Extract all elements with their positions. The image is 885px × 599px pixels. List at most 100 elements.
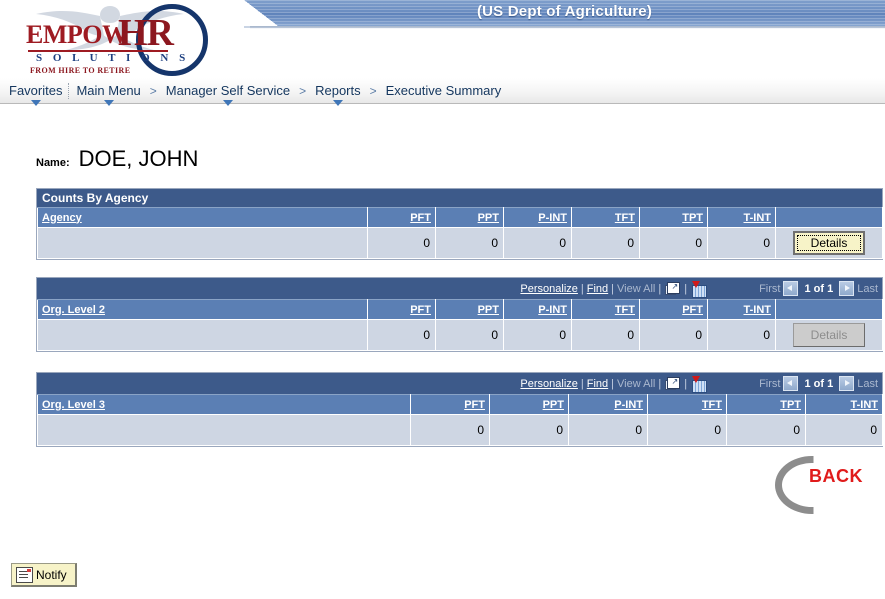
column-header-label: T-INT bbox=[743, 303, 772, 316]
column-header-pft[interactable]: PFT bbox=[367, 207, 436, 228]
column-header-actions bbox=[775, 207, 883, 228]
column-header-t-int[interactable]: T-INT bbox=[707, 299, 776, 320]
back-button[interactable]: BACK bbox=[775, 454, 875, 514]
column-header-org-level-2[interactable]: Org. Level 2 bbox=[37, 299, 368, 320]
notify-button[interactable]: Notify bbox=[11, 563, 77, 587]
empowhr-logo: EMPOW HR S O L U T I O N S FROM HIRE TO … bbox=[14, 0, 214, 76]
column-header-ppt[interactable]: PPT bbox=[435, 207, 504, 228]
column-header-t-int[interactable]: T-INT bbox=[805, 394, 883, 415]
table-row: 0 0 0 0 0 0 Details bbox=[37, 227, 883, 259]
cell-org-level-3 bbox=[37, 414, 411, 446]
download-spreadsheet-icon[interactable] bbox=[691, 280, 708, 298]
breadcrumb-separator: > bbox=[149, 83, 157, 98]
first-page-label[interactable]: First bbox=[759, 283, 780, 295]
column-header-label: P-INT bbox=[614, 398, 643, 411]
cell-actions: Details bbox=[775, 227, 883, 259]
cell-t-int: 0 bbox=[805, 414, 883, 446]
breadcrumb-separator: > bbox=[299, 83, 307, 98]
column-header-ppt[interactable]: PPT bbox=[489, 394, 569, 415]
first-page-label[interactable]: First bbox=[759, 378, 780, 390]
column-header-pft-2[interactable]: PFT bbox=[639, 299, 708, 320]
find-link[interactable]: Find bbox=[587, 283, 608, 295]
grid-nav-toolbar: Personalize | Find | View All | ↗ | Firs… bbox=[37, 373, 882, 394]
cell-p-int: 0 bbox=[503, 319, 572, 351]
column-header-tpt[interactable]: TPT bbox=[726, 394, 806, 415]
data-table: Org. Level 2 PFT PPT P-INT TFT PFT T-INT… bbox=[37, 299, 883, 351]
column-header-agency[interactable]: Agency bbox=[37, 207, 368, 228]
nav-separator: | bbox=[684, 377, 688, 390]
view-all-link[interactable]: View All bbox=[617, 283, 655, 295]
cell-tft: 0 bbox=[647, 414, 727, 446]
column-header-p-int[interactable]: P-INT bbox=[568, 394, 648, 415]
column-header-pft[interactable]: PFT bbox=[410, 394, 490, 415]
breadcrumb-item-main-menu[interactable]: Main Menu bbox=[69, 80, 147, 106]
previous-page-button[interactable] bbox=[783, 281, 799, 296]
page-count: 1 of 1 bbox=[804, 282, 834, 295]
logo-hr-text: HR bbox=[118, 12, 174, 54]
cell-p-int: 0 bbox=[568, 414, 648, 446]
previous-page-button[interactable] bbox=[783, 376, 799, 391]
breadcrumb-item-favorites[interactable]: Favorites bbox=[2, 80, 70, 106]
column-header-org-level-3[interactable]: Org. Level 3 bbox=[37, 394, 411, 415]
grid-title: Counts By Agency bbox=[37, 189, 882, 207]
cell-tpt: 0 bbox=[639, 227, 708, 259]
nav-separator: | bbox=[611, 282, 615, 295]
cell-t-int: 0 bbox=[707, 319, 776, 351]
table-header-row: Org. Level 3 PFT PPT P-INT TFT TPT T-INT bbox=[37, 394, 883, 415]
details-button: Details bbox=[793, 323, 865, 347]
breadcrumb-separator: > bbox=[369, 83, 377, 98]
cell-ppt: 0 bbox=[489, 414, 569, 446]
column-header-ppt[interactable]: PPT bbox=[435, 299, 504, 320]
view-all-link[interactable]: View All bbox=[617, 378, 655, 390]
header-bar-shadow bbox=[250, 26, 885, 29]
notify-button-label: Notify bbox=[36, 567, 67, 582]
column-header-tpt[interactable]: TPT bbox=[639, 207, 708, 228]
table-row: 0 0 0 0 0 0 bbox=[37, 414, 883, 446]
breadcrumb-label: Manager Self Service bbox=[165, 82, 291, 98]
expand-grid-icon[interactable]: ↗ bbox=[665, 282, 681, 295]
column-header-t-int[interactable]: T-INT bbox=[707, 207, 776, 228]
column-header-pft[interactable]: PFT bbox=[367, 299, 436, 320]
logo-empow-text: EMPOW bbox=[26, 20, 128, 49]
details-button[interactable]: Details bbox=[793, 231, 865, 255]
find-link[interactable]: Find bbox=[587, 378, 608, 390]
column-header-label: PPT bbox=[477, 211, 499, 224]
last-page-label[interactable]: Last bbox=[857, 378, 878, 390]
column-header-label: Org. Level 3 bbox=[42, 398, 105, 411]
column-header-tft[interactable]: TFT bbox=[647, 394, 727, 415]
logo-solutions-text: S O L U T I O N S bbox=[36, 52, 190, 64]
breadcrumb-item-manager-self-service[interactable]: Manager Self Service bbox=[159, 80, 297, 106]
column-header-p-int[interactable]: P-INT bbox=[503, 207, 572, 228]
column-header-actions bbox=[775, 299, 883, 320]
table-header-row: Agency PFT PPT P-INT TFT TPT T-INT bbox=[37, 207, 883, 228]
next-page-button[interactable] bbox=[839, 281, 855, 296]
personalize-link[interactable]: Personalize bbox=[520, 283, 577, 295]
cell-pft: 0 bbox=[410, 414, 490, 446]
nav-separator: | bbox=[580, 282, 584, 295]
cell-actions: Details bbox=[775, 319, 883, 351]
column-header-tft[interactable]: TFT bbox=[571, 299, 640, 320]
cell-pft-2: 0 bbox=[639, 319, 708, 351]
agency-title: (US Dept of Agriculture) bbox=[476, 3, 653, 20]
column-header-label: P-INT bbox=[538, 303, 567, 316]
breadcrumb-bar: Favorites Main Menu > Manager Self Servi… bbox=[0, 78, 885, 106]
breadcrumb-item-reports[interactable]: Reports bbox=[308, 80, 368, 106]
breadcrumb: Favorites Main Menu > Manager Self Servi… bbox=[2, 78, 509, 106]
column-header-p-int[interactable]: P-INT bbox=[503, 299, 572, 320]
nav-separator: | bbox=[580, 377, 584, 390]
cell-pft: 0 bbox=[367, 319, 436, 351]
grid-nav-toolbar: Personalize | Find | View All | ↗ | Firs… bbox=[37, 278, 882, 299]
cell-pft: 0 bbox=[367, 227, 436, 259]
column-header-label: PFT bbox=[464, 398, 485, 411]
nav-separator: | bbox=[684, 282, 688, 295]
column-header-tft[interactable]: TFT bbox=[571, 207, 640, 228]
next-page-button[interactable] bbox=[839, 376, 855, 391]
cell-tpt: 0 bbox=[726, 414, 806, 446]
last-page-label[interactable]: Last bbox=[857, 283, 878, 295]
header-bar-corner-cut bbox=[244, 0, 278, 26]
expand-grid-icon[interactable]: ↗ bbox=[665, 377, 681, 390]
breadcrumb-item-executive-summary[interactable]: Executive Summary bbox=[379, 80, 509, 102]
personalize-link[interactable]: Personalize bbox=[520, 378, 577, 390]
breadcrumb-label: Main Menu bbox=[76, 82, 141, 98]
download-spreadsheet-icon[interactable] bbox=[691, 375, 708, 393]
